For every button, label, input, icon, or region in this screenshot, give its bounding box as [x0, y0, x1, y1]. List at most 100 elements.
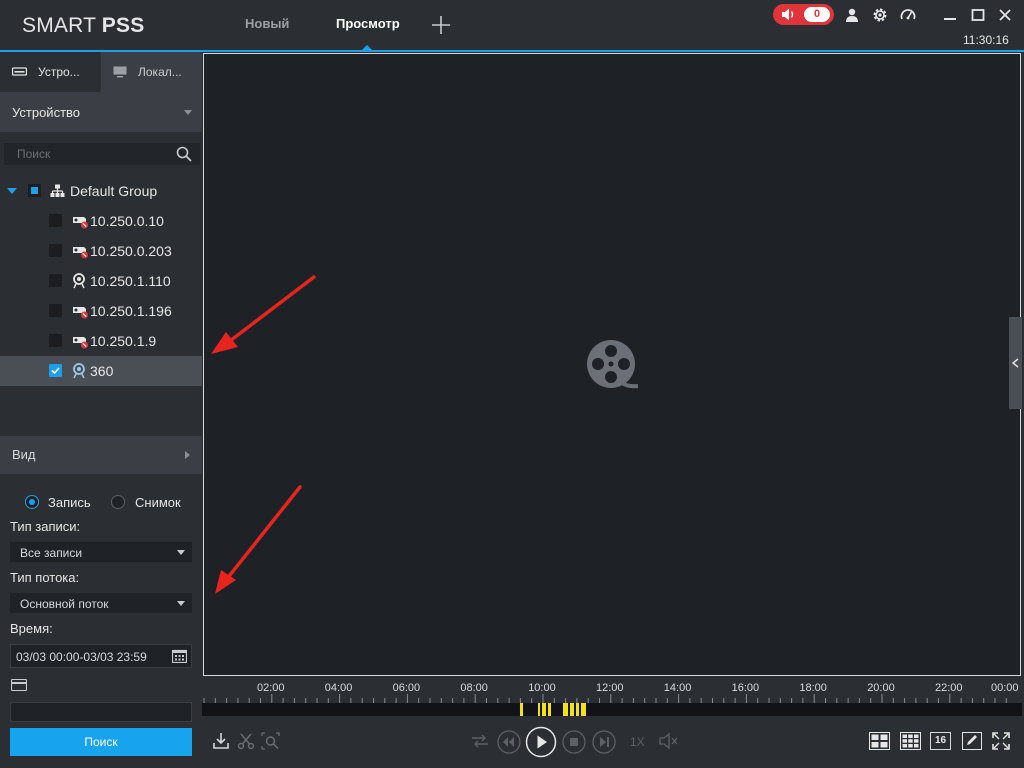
fullscreen-icon[interactable] [992, 732, 1010, 750]
recording-segment [542, 703, 546, 716]
device-label: 10.250.1.9 [90, 333, 157, 349]
group-tree-icon [50, 184, 65, 197]
chevron-right-icon [185, 451, 190, 459]
time-label: Время: [10, 621, 53, 636]
mute-icon[interactable] [659, 732, 679, 750]
timeline-hour-label: 08:00 [460, 682, 488, 694]
recording-segment [548, 703, 551, 716]
device-section-label: Устройство [12, 105, 81, 120]
checkmark-icon [51, 367, 60, 375]
layout-9-icon[interactable] [900, 732, 921, 750]
maximize-icon[interactable] [970, 7, 986, 23]
group-checkbox[interactable] [28, 184, 41, 197]
side-panel-toggle[interactable] [1009, 317, 1022, 409]
sidebar-tab-devices-label: Устро... [38, 65, 80, 79]
tree-device-row[interactable]: 10.250.1.110 [0, 266, 202, 296]
performance-gauge-icon[interactable] [900, 7, 916, 23]
timeline-record-bar[interactable] [202, 703, 1022, 716]
time-range-field[interactable]: 03/03 00:00-03/03 23:59 [10, 644, 192, 668]
add-tab-icon[interactable] [430, 14, 452, 36]
device-section-header[interactable]: Устройство [0, 92, 202, 132]
stream-type-label: Тип потока: [10, 570, 80, 585]
view-section-header[interactable]: Вид [0, 436, 202, 474]
close-icon[interactable] [997, 7, 1013, 23]
download-icon[interactable] [212, 732, 230, 750]
user-icon[interactable] [844, 7, 860, 23]
recording-segment [538, 703, 540, 716]
stream-type-select[interactable]: Основной поток [10, 593, 192, 613]
search-icon[interactable] [176, 146, 192, 162]
sidebar-tab-devices[interactable]: Устро... [0, 52, 101, 92]
layout-16-button[interactable]: 16 [930, 732, 951, 750]
timeline-hour-label: 10:00 [528, 682, 556, 694]
camera-offline-icon [73, 337, 88, 349]
tab-view[interactable]: Просмотр [336, 16, 400, 31]
recording-segment [570, 703, 574, 716]
alarm-button[interactable]: 0 [773, 4, 834, 25]
rewind-icon[interactable] [497, 730, 521, 754]
card-number-input[interactable] [10, 702, 192, 722]
camera-offline-icon [73, 307, 88, 319]
device-label: 10.250.1.110 [90, 273, 171, 289]
timeline-hour-label: 16:00 [731, 682, 760, 694]
device-label: 10.250.1.196 [90, 303, 172, 319]
calendar-icon[interactable] [172, 649, 187, 663]
film-reel-icon [587, 340, 638, 389]
edit-layout-icon[interactable] [962, 732, 982, 750]
sync-play-icon[interactable] [471, 733, 489, 749]
radio-record[interactable] [25, 495, 39, 509]
radio-snapshot[interactable] [111, 495, 125, 509]
search-input[interactable] [4, 143, 174, 165]
ipc-camera-icon [73, 273, 85, 289]
recording-segment [581, 703, 586, 716]
tab-new[interactable]: Новый [245, 16, 289, 31]
sidebar-tab-local[interactable]: Локал... [101, 52, 202, 92]
alarm-count-badge: 0 [804, 7, 830, 22]
device-checkbox[interactable] [49, 304, 62, 317]
tree-device-row-selected[interactable]: 360 [0, 356, 202, 386]
tree-device-row[interactable]: 10.250.1.196 [0, 296, 202, 326]
timeline-hour-label: 12:00 [596, 682, 624, 694]
device-checkbox-checked[interactable] [49, 364, 62, 377]
record-type-select[interactable]: Все записи [10, 542, 192, 562]
search-button[interactable]: Поиск [10, 728, 192, 756]
camera-offline-icon [73, 217, 88, 229]
play-icon[interactable] [525, 726, 557, 758]
tree-device-row[interactable]: 10.250.1.9 [0, 326, 202, 356]
device-checkbox[interactable] [49, 244, 62, 257]
monitor-icon [113, 66, 127, 78]
minimize-icon[interactable] [942, 7, 958, 23]
view-section-label: Вид [12, 447, 36, 462]
radio-record-label: Запись [48, 495, 91, 510]
search-record-icon[interactable] [261, 732, 280, 750]
device-checkbox[interactable] [49, 214, 62, 227]
device-checkbox[interactable] [49, 334, 62, 347]
next-frame-icon[interactable] [592, 730, 616, 754]
recording-segment [576, 703, 579, 716]
timeline-ticks [203, 694, 1007, 703]
recording-segment [520, 703, 523, 716]
tree-device-row[interactable]: 10.250.0.10 [0, 206, 202, 236]
app-logo-light: SMART [22, 14, 102, 37]
scissors-icon[interactable] [237, 732, 255, 750]
stream-type-value: Основной поток [20, 597, 109, 611]
top-bar [0, 0, 1024, 50]
device-label: 360 [90, 363, 114, 379]
chevron-down-icon [177, 550, 185, 555]
stop-icon[interactable] [562, 730, 586, 754]
time-range-value: 03/03 00:00-03/03 23:59 [16, 650, 147, 664]
clock: 11:30:16 [963, 33, 1009, 47]
timeline-hour-label: 18:00 [799, 682, 827, 694]
radio-snapshot-label: Снимок [135, 495, 181, 510]
device-checkbox[interactable] [49, 274, 62, 287]
expand-arrow-icon[interactable] [7, 188, 17, 194]
sidebar-tab-local-label: Локал... [138, 65, 182, 79]
tree-group-row[interactable]: Default Group [0, 176, 202, 206]
timeline-hour-label: 20:00 [867, 682, 895, 694]
playback-speed[interactable]: 1X [630, 735, 645, 749]
gear-icon[interactable] [872, 7, 888, 23]
device-label: 10.250.0.10 [90, 213, 164, 229]
layout-4-icon[interactable] [869, 732, 890, 750]
chevron-down-icon [184, 110, 192, 115]
tree-device-row[interactable]: 10.250.0.203 [0, 236, 202, 266]
